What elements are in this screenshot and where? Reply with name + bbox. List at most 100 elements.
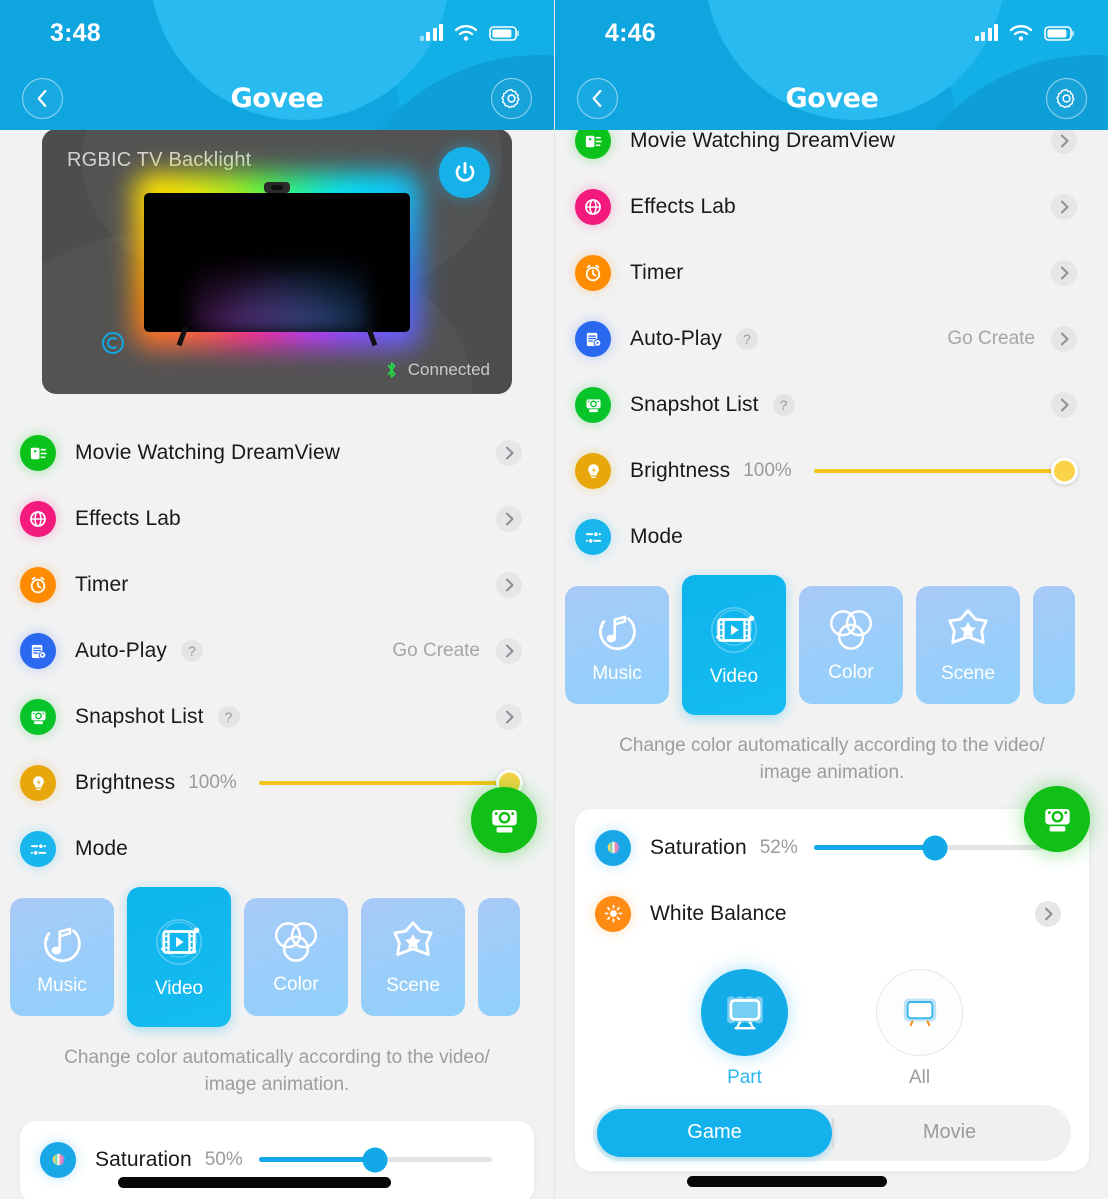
mode-tile-color[interactable]: Color bbox=[244, 898, 348, 1016]
chevron-right-icon[interactable] bbox=[1035, 900, 1061, 927]
list-item-snapshot-list[interactable]: Snapshot List ? bbox=[0, 684, 554, 750]
camera-capture-icon bbox=[491, 809, 517, 833]
mode-tile-music[interactable]: Music bbox=[565, 586, 669, 704]
mode-tiles[interactable]: Music Video Color Scene bbox=[555, 570, 1108, 720]
chevron-right-icon[interactable] bbox=[496, 638, 522, 664]
list-item-effects-lab[interactable]: Effects Lab bbox=[555, 174, 1108, 240]
power-button[interactable] bbox=[439, 147, 490, 198]
chevron-right-icon[interactable] bbox=[1051, 194, 1077, 220]
star-icon bbox=[948, 609, 988, 644]
chevron-right-icon[interactable] bbox=[1051, 326, 1077, 352]
list-item-effects-lab[interactable]: Effects Lab bbox=[0, 486, 554, 552]
brightness-row[interactable]: Brightness 100% bbox=[555, 438, 1108, 504]
saturation-icon bbox=[40, 1141, 76, 1178]
sliders-icon bbox=[575, 519, 611, 555]
mode-tile-video[interactable]: Video bbox=[127, 887, 231, 1027]
list-item-label: Snapshot List bbox=[630, 393, 759, 416]
status-bar-clock: 3:48 bbox=[50, 18, 101, 47]
saturation-slider[interactable] bbox=[258, 1147, 492, 1173]
list-item-timer[interactable]: Timer bbox=[0, 552, 554, 618]
sliders-icon bbox=[20, 831, 56, 867]
chevron-right-icon[interactable] bbox=[496, 572, 522, 598]
mode-tile-video[interactable]: Video bbox=[682, 575, 786, 715]
wifi-icon bbox=[1009, 25, 1033, 41]
mode-description: Change color automatically according to … bbox=[619, 735, 1045, 783]
capture-area-selector[interactable]: Part All bbox=[575, 947, 1089, 1089]
chevron-right-icon[interactable] bbox=[1051, 128, 1077, 154]
left-scroll-body[interactable]: RGBIC TV Backlight Connected Movie Watch… bbox=[0, 0, 554, 1199]
settings-button[interactable] bbox=[1046, 77, 1087, 119]
saturation-slider-fill bbox=[813, 845, 936, 851]
help-icon[interactable]: ? bbox=[735, 328, 758, 350]
brightness-slider-knob[interactable] bbox=[1051, 457, 1078, 485]
autoplay-icon bbox=[575, 321, 611, 357]
snapshot-fab-button[interactable] bbox=[1024, 786, 1090, 852]
list-item-value: Go Create bbox=[947, 328, 1035, 349]
globe-icon bbox=[575, 189, 611, 225]
settings-button[interactable] bbox=[491, 77, 532, 119]
mode-tile-next-partial[interactable] bbox=[1033, 586, 1075, 704]
saturation-label: Saturation bbox=[95, 1147, 192, 1171]
mode-tiles[interactable]: Music Video Color Scene bbox=[0, 882, 554, 1032]
device-card[interactable]: RGBIC TV Backlight Connected bbox=[42, 129, 512, 394]
connection-status-label: Connected bbox=[407, 360, 490, 379]
saturation-slider-knob[interactable] bbox=[922, 835, 948, 861]
chevron-right-icon[interactable] bbox=[496, 440, 522, 466]
list-item-snapshot-list[interactable]: Snapshot List ? bbox=[555, 372, 1108, 438]
list-item-label: Movie Watching DreamView bbox=[630, 129, 895, 152]
saturation-slider[interactable] bbox=[813, 835, 1047, 861]
star-icon bbox=[393, 921, 433, 956]
left-phone-screen: RGBIC TV Backlight Connected Movie Watch… bbox=[0, 0, 554, 1199]
brightness-value: 100% bbox=[743, 460, 792, 481]
mode-label: Mode bbox=[630, 525, 683, 548]
segment-game[interactable]: Game bbox=[597, 1108, 832, 1157]
list-item-auto-play[interactable]: Auto-Play ? Go Create bbox=[0, 618, 554, 684]
chevron-right-icon[interactable] bbox=[1051, 392, 1077, 418]
app-header: 4:46 Govee bbox=[555, 0, 1108, 130]
brightness-row[interactable]: Brightness 100% bbox=[0, 750, 554, 816]
mode-tile-label: Scene bbox=[941, 663, 995, 684]
mode-tile-scene[interactable]: Scene bbox=[361, 898, 465, 1016]
chevron-right-icon[interactable] bbox=[496, 506, 522, 532]
color-circles-icon bbox=[829, 610, 873, 650]
capture-area-label: Part bbox=[727, 1066, 762, 1088]
back-button[interactable] bbox=[577, 77, 618, 119]
mode-tile-scene[interactable]: Scene bbox=[916, 586, 1020, 704]
mode-description: Change color automatically according to … bbox=[64, 1047, 490, 1095]
brightness-slider[interactable] bbox=[813, 457, 1078, 485]
help-icon[interactable]: ? bbox=[180, 640, 203, 662]
nav-bar: Govee bbox=[0, 66, 554, 130]
snapshot-fab-button[interactable] bbox=[471, 787, 537, 853]
right-scroll-body[interactable]: Movie Watching DreamView Effects Lab Tim… bbox=[555, 0, 1108, 1199]
list-item-auto-play[interactable]: Auto-Play ? Go Create bbox=[555, 306, 1108, 372]
list-item-timer[interactable]: Timer bbox=[555, 240, 1108, 306]
nav-bar: Govee bbox=[555, 66, 1108, 130]
white-balance-row[interactable]: White Balance bbox=[575, 881, 1089, 947]
mode-row: Mode bbox=[555, 504, 1108, 570]
brightness-label: Brightness bbox=[75, 771, 176, 794]
capture-area-all[interactable]: All bbox=[876, 968, 963, 1089]
back-button[interactable] bbox=[22, 77, 63, 119]
segment-movie[interactable]: Movie bbox=[832, 1109, 1067, 1157]
music-note-icon bbox=[44, 927, 81, 963]
mode-tile-next-partial[interactable] bbox=[478, 898, 520, 1016]
saturation-row[interactable]: Saturation 52% bbox=[575, 815, 1089, 881]
brightness-slider[interactable] bbox=[258, 769, 523, 797]
cellular-signal-icon bbox=[974, 24, 998, 41]
power-icon bbox=[455, 161, 474, 182]
saturation-label: Saturation bbox=[650, 835, 747, 859]
capture-area-part[interactable]: Part bbox=[701, 968, 788, 1089]
list-item-movie-watching-dreamview[interactable]: Movie Watching DreamView bbox=[0, 420, 554, 486]
scene-mode-segmented-control[interactable]: Game Movie bbox=[593, 1104, 1071, 1161]
bulb-icon bbox=[575, 453, 611, 489]
saturation-icon bbox=[595, 829, 631, 866]
mode-tile-music[interactable]: Music bbox=[10, 898, 114, 1016]
help-icon[interactable]: ? bbox=[772, 394, 795, 416]
mode-tile-color[interactable]: Color bbox=[799, 586, 903, 704]
wifi-icon bbox=[454, 25, 478, 41]
list-item-value: Go Create bbox=[392, 640, 480, 661]
help-icon[interactable]: ? bbox=[217, 706, 240, 728]
saturation-slider-knob[interactable] bbox=[362, 1147, 388, 1173]
chevron-right-icon[interactable] bbox=[496, 704, 522, 730]
chevron-right-icon[interactable] bbox=[1051, 260, 1077, 286]
